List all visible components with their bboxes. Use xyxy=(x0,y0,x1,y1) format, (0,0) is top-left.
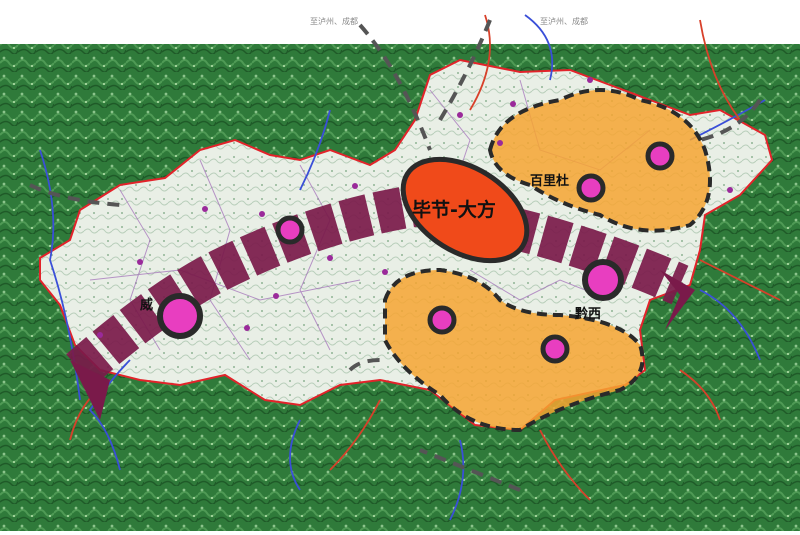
map-svg xyxy=(0,0,800,531)
top-margin xyxy=(0,0,800,44)
node-northeast xyxy=(645,141,675,171)
city-label-baili: 百里杜 xyxy=(530,174,570,189)
node-qianxi xyxy=(582,259,624,301)
node-west-mid xyxy=(275,215,305,245)
top-label-left: 至泸州、成都 xyxy=(310,17,358,26)
core-label: 毕节-大方 xyxy=(412,199,496,221)
map-canvas: 至泸州、成都 至泸州、成都 毕节-大方 百里杜 黔西 威 xyxy=(0,0,800,531)
node-south-west xyxy=(427,305,457,335)
city-label-qianxi: 黔西 xyxy=(575,307,602,322)
node-baili xyxy=(576,173,606,203)
node-large-west xyxy=(157,293,203,339)
top-label-right: 至泸州、成都 xyxy=(540,17,588,26)
node-south-east xyxy=(540,334,570,364)
city-label-west: 威 xyxy=(140,298,154,313)
